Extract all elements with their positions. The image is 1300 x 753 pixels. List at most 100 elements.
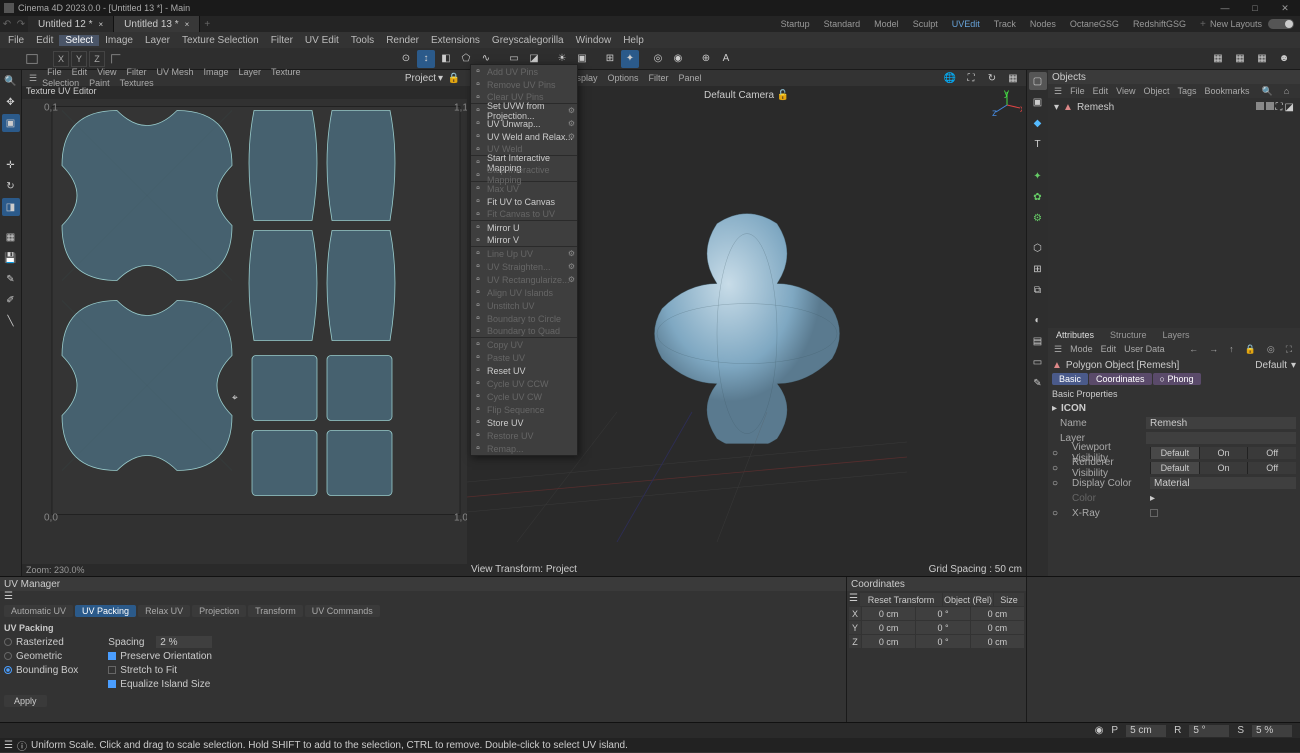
camera-label[interactable]: Default Camera xyxy=(704,90,774,101)
brush-icon[interactable]: ✎ xyxy=(2,270,20,288)
obj-menu-view[interactable]: View xyxy=(1112,86,1139,96)
vp-expand-icon[interactable]: ⛶ xyxy=(962,69,980,87)
vis-editor-icon[interactable] xyxy=(1256,102,1264,110)
menu-greyscalegorilla[interactable]: Greyscalegorilla xyxy=(486,35,570,46)
pos-input[interactable]: 0 cm xyxy=(862,607,915,620)
uv-menu-layer[interactable]: Layer xyxy=(234,67,267,77)
obj-menu-bookmarks[interactable]: Bookmarks xyxy=(1201,86,1254,96)
size-dropdown[interactable]: Size xyxy=(994,593,1024,606)
minimize-button[interactable]: — xyxy=(1210,0,1240,16)
search-icon[interactable]: 🔍 xyxy=(1258,86,1277,97)
attr-tab-attributes[interactable]: Attributes xyxy=(1048,328,1102,342)
key-icon[interactable]: ▦ xyxy=(1209,50,1227,68)
uv-grid-icon[interactable]: ▦ xyxy=(2,228,20,246)
hamburger-icon[interactable]: ☰ xyxy=(1050,344,1066,355)
line-icon[interactable]: ╲ xyxy=(2,312,20,330)
tag-tab-phong[interactable]: ○ Phong xyxy=(1153,373,1201,385)
render-region-icon[interactable]: ◉ xyxy=(669,50,687,68)
reset-transform-button[interactable]: Reset Transform xyxy=(860,593,942,606)
fwd-icon[interactable]: → xyxy=(1205,344,1222,355)
uvm-tab-relax-uv[interactable]: Relax UV xyxy=(138,605,190,617)
uv-menu-filter[interactable]: Filter xyxy=(121,67,151,77)
obj-menu-edit[interactable]: Edit xyxy=(1089,86,1113,96)
render-view-icon[interactable]: ◎ xyxy=(649,50,667,68)
obj-menu-object[interactable]: Object xyxy=(1139,86,1173,96)
object-tree[interactable]: ▾ ▲ Remesh ⛶ ◪ xyxy=(1048,98,1300,328)
lock-icon[interactable]: 🔒 xyxy=(445,69,463,87)
document-tab[interactable]: Untitled 12 *× xyxy=(28,16,114,32)
ctx-reset-uv[interactable]: ▫Reset UV xyxy=(471,364,577,377)
size-input[interactable]: 0 cm xyxy=(971,607,1024,620)
pos-input[interactable]: 0 cm xyxy=(862,635,915,648)
up-icon[interactable]: ↑ xyxy=(1225,344,1238,355)
translate-icon[interactable]: ✛ xyxy=(2,156,20,174)
pos-input[interactable]: 0 cm xyxy=(862,621,915,634)
null-icon[interactable]: ✦ xyxy=(1029,167,1047,185)
attr-menu-edit[interactable]: Edit xyxy=(1097,344,1121,354)
layout-uvedit[interactable]: UVEdit xyxy=(952,19,980,29)
lock-icon[interactable]: 🔒 xyxy=(1241,344,1260,355)
group-icon[interactable]: ✿ xyxy=(1029,188,1047,206)
xray-checkbox[interactable] xyxy=(1150,509,1158,517)
hamburger-icon[interactable]: ☰ xyxy=(4,740,13,751)
rot-input[interactable]: 0 ° xyxy=(916,607,969,620)
snap-vertex-icon[interactable]: ✦ xyxy=(621,50,639,68)
tag-tab-basic[interactable]: Basic xyxy=(1052,373,1088,385)
search-icon[interactable]: 🔍 xyxy=(2,72,20,90)
layout-toggle-icon[interactable] xyxy=(23,50,41,68)
rec-icon[interactable]: ▦ xyxy=(1231,50,1249,68)
object-name[interactable]: Remesh xyxy=(1077,102,1114,113)
brush2-icon[interactable]: ✎ xyxy=(1029,374,1047,392)
tag-icon[interactable]: ◪ xyxy=(1285,102,1294,113)
vp-globe-icon[interactable]: 🌐 xyxy=(941,69,959,87)
uvm-tab-transform[interactable]: Transform xyxy=(248,605,303,617)
gear-icon[interactable]: ⚙ xyxy=(1029,209,1047,227)
color-expand-icon[interactable]: ▸ xyxy=(1150,493,1155,504)
obj-menu-tags[interactable]: Tags xyxy=(1173,86,1200,96)
rot-input[interactable]: 0 ° xyxy=(916,635,969,648)
ctx-mirror-v[interactable]: ▫Mirror V xyxy=(471,234,577,247)
layout-sculpt[interactable]: Sculpt xyxy=(913,19,938,29)
array-icon[interactable]: ⊞ xyxy=(1029,260,1047,278)
play-button[interactable]: ◉ xyxy=(1095,725,1104,736)
axis-y[interactable]: Y xyxy=(71,51,87,67)
axis-x[interactable]: X xyxy=(53,51,69,67)
scale-icon[interactable]: ◨ xyxy=(2,198,20,216)
document-tab[interactable]: Untitled 13 *× xyxy=(114,16,200,32)
menu-tools[interactable]: Tools xyxy=(345,35,380,46)
menu-texture-selection[interactable]: Texture Selection xyxy=(176,35,265,46)
close-tab-icon[interactable]: × xyxy=(98,20,103,29)
layout-octanegsg[interactable]: OctaneGSG xyxy=(1070,19,1119,29)
check-stretch-to-fit[interactable] xyxy=(108,666,116,674)
font-icon[interactable]: A xyxy=(717,50,735,68)
vp-refresh-icon[interactable]: ↻ xyxy=(983,69,1001,87)
hamburger-icon[interactable]: ☰ xyxy=(849,593,859,606)
radio-rasterized[interactable] xyxy=(4,638,12,646)
material-icon[interactable]: ◐ xyxy=(1029,311,1047,329)
rot-input[interactable]: 0 ° xyxy=(916,621,969,634)
vp-menu-panel[interactable]: Panel xyxy=(674,73,707,83)
ctx-mirror-u[interactable]: ▫Mirror U xyxy=(471,221,577,234)
dropdown-arrow-icon[interactable]: ▾ xyxy=(1291,360,1296,371)
close-tab-icon[interactable]: × xyxy=(185,20,190,29)
rd-vis-toggle[interactable]: DefaultOnOff xyxy=(1150,462,1296,474)
project-dropdown[interactable]: Project xyxy=(405,73,436,84)
target-icon[interactable]: ◎ xyxy=(1263,344,1279,355)
ctx-uv-weld-and-relax-[interactable]: ▫UV Weld and Relax...⚙ xyxy=(471,130,577,143)
uvm-tab-uv-packing[interactable]: UV Packing xyxy=(75,605,136,617)
layout-redshiftgsg[interactable]: RedshiftGSG xyxy=(1133,19,1186,29)
uvm-tab-uv-commands[interactable]: UV Commands xyxy=(305,605,380,617)
back-icon[interactable]: ← xyxy=(1185,344,1202,355)
icon-section[interactable]: ICON xyxy=(1061,403,1086,414)
info-icon[interactable]: ⓘ xyxy=(17,738,27,753)
tool-cube-icon[interactable]: ◧ xyxy=(437,50,455,68)
layout-nodes[interactable]: Nodes xyxy=(1030,19,1056,29)
menu-image[interactable]: Image xyxy=(99,35,139,46)
uv-menu-image[interactable]: Image xyxy=(198,67,233,77)
maximize-button[interactable]: □ xyxy=(1240,0,1270,16)
ctx-store-uv[interactable]: ▫Store UV xyxy=(471,416,577,429)
menu-filter[interactable]: Filter xyxy=(265,35,299,46)
axis-gizmo[interactable]: x y z xyxy=(992,90,1022,120)
rot-field[interactable]: 5 ° xyxy=(1189,725,1229,737)
attr-tab-structure[interactable]: Structure xyxy=(1102,328,1155,342)
